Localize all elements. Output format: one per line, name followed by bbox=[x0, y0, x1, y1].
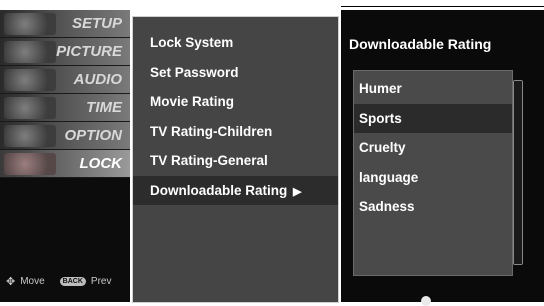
move-arrows-icon: ✥ bbox=[6, 276, 16, 288]
sidebar-item-label: LOCK bbox=[79, 155, 123, 172]
list-item-label: Cruelty bbox=[359, 140, 406, 155]
menu-item-label: TV Rating-Children bbox=[150, 123, 273, 139]
list-item-language[interactable]: language bbox=[354, 163, 512, 193]
menu-item-label: Lock System bbox=[150, 35, 234, 50]
scrollbar-thumb[interactable] bbox=[514, 81, 522, 264]
menu-item-set-password[interactable]: Set Password bbox=[133, 58, 338, 88]
sidebar-main-menu: SETUP PICTURE AUDIO TIME OPTION LOCK ✥ M… bbox=[0, 10, 130, 302]
menu-item-label: Downloadable Rating bbox=[150, 182, 288, 198]
sidebar-item-label: SETUP bbox=[71, 15, 122, 32]
sidebar-item-lock[interactable]: LOCK bbox=[0, 150, 130, 178]
submenu-arrow-icon: ▶ bbox=[293, 185, 302, 198]
sidebar-item-label: TIME bbox=[86, 99, 122, 116]
menu-item-tv-rating-general[interactable]: TV Rating-General bbox=[133, 146, 338, 176]
list-item-cruelty[interactable]: Cruelty bbox=[354, 133, 512, 163]
downloadable-rating-panel: Downloadable Rating Humer Sports Cruelty… bbox=[341, 10, 544, 306]
list-item-label: language bbox=[359, 169, 419, 185]
sidebar-item-picture[interactable]: PICTURE bbox=[0, 38, 130, 66]
sidebar-item-setup[interactable]: SETUP bbox=[0, 10, 130, 38]
prev-hint-label: Prev bbox=[90, 276, 112, 287]
time-thumbnail-icon bbox=[4, 97, 56, 119]
sidebar-item-label: OPTION bbox=[64, 127, 122, 144]
sidebar-item-label: PICTURE bbox=[56, 43, 122, 60]
menu-item-downloadable-rating[interactable]: Downloadable Rating ▶ bbox=[133, 175, 338, 205]
picture-thumbnail-icon bbox=[4, 41, 56, 63]
list-scrollbar[interactable] bbox=[513, 80, 523, 265]
setup-thumbnail-icon bbox=[4, 13, 56, 35]
top-border-line bbox=[341, 6, 544, 7]
sidebar-item-time[interactable]: TIME bbox=[0, 94, 130, 122]
back-key-icon: BACK bbox=[59, 277, 86, 286]
option-thumbnail-icon bbox=[4, 125, 56, 147]
menu-item-movie-rating[interactable]: Movie Rating bbox=[133, 87, 338, 117]
sidebar-item-audio[interactable]: AUDIO bbox=[0, 66, 130, 94]
panel-title: Downloadable Rating bbox=[349, 36, 492, 52]
menu-item-tv-rating-children[interactable]: TV Rating-Children bbox=[133, 117, 338, 147]
lock-menu: Lock System Set Password Movie Rating TV… bbox=[132, 16, 339, 303]
list-item-label: Sadness bbox=[359, 199, 415, 214]
menu-item-label: TV Rating-General bbox=[150, 153, 268, 168]
menu-item-label: Set Password bbox=[150, 64, 239, 80]
audio-thumbnail-icon bbox=[4, 69, 56, 91]
menu-item-lock-system[interactable]: Lock System bbox=[133, 28, 338, 58]
move-hint-label: Move bbox=[20, 276, 45, 287]
list-item-label: Sports bbox=[359, 110, 402, 126]
lock-thumbnail-icon bbox=[4, 153, 56, 175]
list-item-label: Humer bbox=[359, 81, 402, 96]
sidebar-item-label: AUDIO bbox=[73, 71, 122, 88]
sidebar-item-option[interactable]: OPTION bbox=[0, 122, 130, 150]
rating-list: Humer Sports Cruelty language Sadness bbox=[353, 70, 513, 276]
list-item-humer[interactable]: Humer bbox=[354, 74, 512, 104]
list-item-sports[interactable]: Sports bbox=[354, 103, 512, 133]
list-item-sadness[interactable]: Sadness bbox=[354, 192, 512, 222]
navigation-hint: ✥ Move BACK Prev bbox=[6, 275, 111, 288]
menu-item-label: Movie Rating bbox=[150, 94, 235, 109]
